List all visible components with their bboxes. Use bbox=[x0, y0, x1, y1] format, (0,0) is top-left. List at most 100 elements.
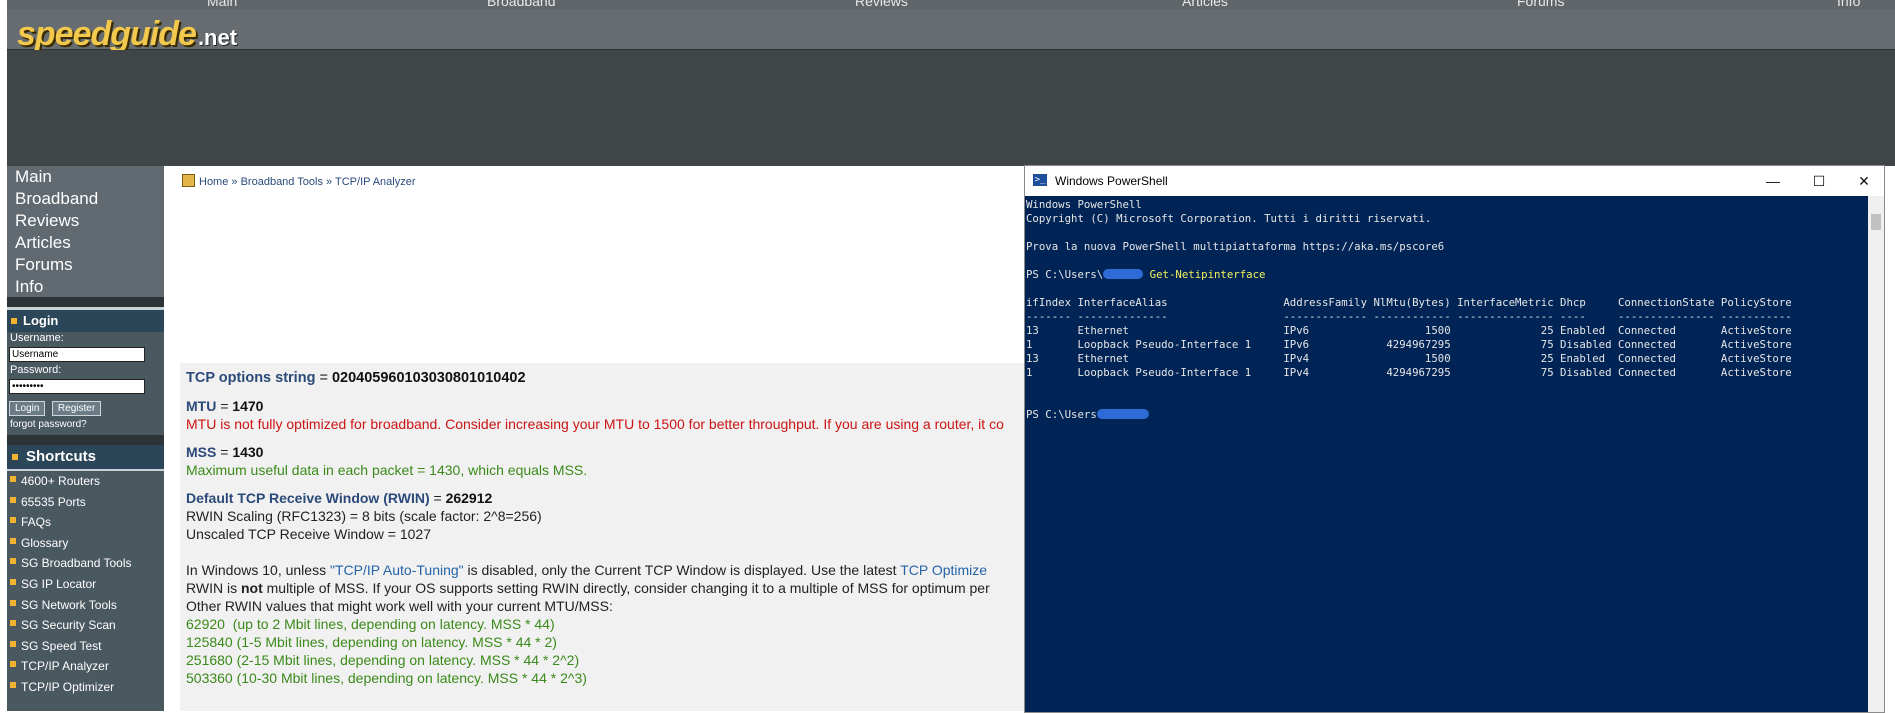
console-command: Get-Netipinterface bbox=[1149, 268, 1266, 281]
nav-reviews[interactable]: Reviews bbox=[7, 210, 164, 232]
top-nav-info[interactable]: Info bbox=[1837, 0, 1860, 9]
shortcut-glossary[interactable]: Glossary bbox=[7, 533, 164, 554]
login-button[interactable]: Login bbox=[9, 401, 46, 416]
top-nav-reviews[interactable]: Reviews bbox=[855, 0, 908, 9]
shortcut-security-scan[interactable]: SG Security Scan bbox=[7, 615, 164, 636]
console-line: Windows PowerShell bbox=[1026, 198, 1142, 211]
rwin-value-item: 62920 (up to 2 Mbit lines, depending on … bbox=[186, 616, 555, 632]
site-header: speedguide.net bbox=[7, 9, 1895, 53]
speedguide-logo[interactable]: speedguide.net bbox=[17, 15, 237, 54]
breadcrumb-current[interactable]: TCP/IP Analyzer bbox=[335, 176, 416, 188]
banner-area bbox=[7, 50, 1895, 166]
shortcut-faqs[interactable]: FAQs bbox=[7, 512, 164, 533]
console-prompt: PS C:\Users\ bbox=[1026, 268, 1104, 281]
close-button[interactable]: ✕ bbox=[1849, 171, 1879, 191]
login-box: Login Username: Password: Login Register… bbox=[7, 310, 164, 435]
bullet-icon bbox=[10, 537, 16, 544]
shortcut-speed-test[interactable]: SG Speed Test bbox=[7, 636, 164, 657]
bullet-icon bbox=[10, 517, 16, 524]
register-button[interactable]: Register bbox=[51, 401, 102, 416]
shortcut-ip-locator[interactable]: SG IP Locator bbox=[7, 574, 164, 595]
mss-note: Maximum useful data in each packet = 143… bbox=[186, 462, 588, 478]
nav-articles[interactable]: Articles bbox=[7, 232, 164, 254]
rwin-multiple-note: RWIN is not multiple of MSS. If your OS … bbox=[186, 580, 990, 596]
site-top-nav: Main Broadband Reviews Articles Forums I… bbox=[7, 0, 1895, 9]
tcp-optimizer-link[interactable]: TCP Optimize bbox=[900, 562, 987, 578]
home-icon[interactable] bbox=[182, 174, 195, 187]
bullet-icon bbox=[10, 661, 16, 668]
shortcut-ports[interactable]: 65535 Ports bbox=[7, 492, 164, 513]
shortcut-label: SG Broadband Tools bbox=[21, 556, 132, 571]
redaction-scribble bbox=[1103, 269, 1144, 279]
breadcrumb-home[interactable]: Home bbox=[199, 176, 228, 188]
shortcut-label: FAQs bbox=[21, 515, 52, 530]
bullet-icon bbox=[10, 496, 16, 503]
shortcut-network-tools[interactable]: SG Network Tools bbox=[7, 595, 164, 616]
mss-label: MSS bbox=[186, 444, 217, 460]
nav-broadband[interactable]: Broadband bbox=[7, 188, 164, 210]
shortcut-tcpip-optimizer[interactable]: TCP/IP Optimizer bbox=[7, 677, 164, 698]
rwin-label: Default TCP Receive Window (RWIN) bbox=[186, 490, 430, 506]
console-line: Prova la nuova PowerShell multipiattafor… bbox=[1026, 240, 1445, 253]
nav-info[interactable]: Info bbox=[7, 276, 164, 298]
win10-note: In Windows 10, unless "TCP/IP Auto-Tunin… bbox=[186, 562, 987, 578]
maximize-button[interactable]: ☐ bbox=[1804, 171, 1834, 191]
shortcut-tcpip-analyzer[interactable]: TCP/IP Analyzer bbox=[7, 656, 164, 677]
tcp-options-value: 020405960103030801010402 bbox=[331, 370, 526, 386]
console-scrollbar[interactable] bbox=[1868, 196, 1884, 712]
mtu-line: MTU = 1470 bbox=[186, 398, 264, 414]
nav-main[interactable]: Main bbox=[7, 166, 164, 188]
console-table-row: 13 Ethernet IPv4 1500 25 Enabled Connect… bbox=[1026, 352, 1792, 365]
top-nav-main[interactable]: Main bbox=[207, 0, 237, 9]
shortcut-broadband-tools[interactable]: SG Broadband Tools bbox=[7, 553, 164, 574]
autotuning-link[interactable]: "TCP/IP Auto-Tuning" bbox=[330, 562, 464, 578]
console-table-rule: ------- -------------- ------------- ---… bbox=[1026, 310, 1792, 323]
shortcut-label: SG Network Tools bbox=[21, 597, 117, 612]
powershell-titlebar[interactable]: >_ Windows PowerShell — ☐ ✕ bbox=[1025, 166, 1884, 196]
top-nav-forums[interactable]: Forums bbox=[1517, 0, 1564, 9]
shortcuts-list: 4600+ Routers 65535 Ports FAQs Glossary … bbox=[7, 471, 164, 711]
tcp-options-label: TCP options string bbox=[186, 370, 316, 386]
shortcut-label: 65535 Ports bbox=[21, 494, 86, 509]
console-line: Copyright (C) Microsoft Corporation. Tut… bbox=[1026, 212, 1432, 225]
left-sidebar: Main Broadband Reviews Articles Forums I… bbox=[7, 166, 164, 711]
console-table-header: ifIndex InterfaceAlias AddressFamily NlM… bbox=[1026, 296, 1792, 309]
rwin-value-item: 251680 (2-15 Mbit lines, depending on la… bbox=[186, 652, 580, 668]
shortcut-label: SG Security Scan bbox=[21, 618, 116, 633]
breadcrumb-broadband-tools[interactable]: Broadband Tools bbox=[241, 176, 323, 188]
logo-main-text: speedguide bbox=[17, 15, 197, 53]
password-input[interactable] bbox=[9, 379, 145, 394]
forgot-password-link[interactable]: forgot password? bbox=[7, 419, 164, 430]
bullet-icon bbox=[10, 558, 16, 565]
rwin-value-item: 503360 (10-30 Mbit lines, depending on l… bbox=[186, 670, 587, 686]
powershell-title: Windows PowerShell bbox=[1055, 174, 1168, 188]
username-input[interactable] bbox=[9, 347, 145, 362]
redaction-scribble bbox=[1096, 409, 1149, 419]
unscaled-rwin: Unscaled TCP Receive Window = 1027 bbox=[186, 526, 431, 542]
breadcrumb-separator: » bbox=[326, 176, 333, 188]
nav-forums[interactable]: Forums bbox=[7, 254, 164, 276]
minimize-button[interactable]: — bbox=[1758, 171, 1788, 191]
console-table-row: 1 Loopback Pseudo-Interface 1 IPv6 42949… bbox=[1026, 338, 1792, 351]
top-nav-broadband[interactable]: Broadband bbox=[487, 0, 556, 9]
breadcrumb: Home » Broadband Tools » TCP/IP Analyzer bbox=[182, 174, 416, 188]
divider bbox=[7, 435, 164, 445]
shortcut-label: TCP/IP Optimizer bbox=[21, 679, 115, 694]
bullet-icon bbox=[11, 318, 17, 324]
scrollbar-thumb[interactable] bbox=[1871, 214, 1881, 230]
console-table-row: 1 Loopback Pseudo-Interface 1 IPv4 42949… bbox=[1026, 366, 1792, 379]
main-nav: Main Broadband Reviews Articles Forums I… bbox=[7, 166, 164, 297]
shortcut-label: SG Speed Test bbox=[21, 638, 102, 653]
rwin-scaling: RWIN Scaling (RFC1323) = 8 bits (scale f… bbox=[186, 508, 542, 524]
mtu-note: MTU is not fully optimized for broadband… bbox=[186, 416, 1004, 432]
powershell-console[interactable]: Windows PowerShell Copyright (C) Microso… bbox=[1025, 196, 1868, 712]
win10-text-b: is disabled, only the Current TCP Window… bbox=[463, 562, 901, 578]
other-rwin-heading: Other RWIN values that might work well w… bbox=[186, 598, 613, 614]
bullet-icon bbox=[10, 681, 16, 688]
shortcut-routers[interactable]: 4600+ Routers bbox=[7, 471, 164, 492]
shortcut-label: Glossary bbox=[21, 535, 69, 550]
top-nav-articles[interactable]: Articles bbox=[1182, 0, 1228, 9]
bullet-icon bbox=[10, 620, 16, 627]
shortcuts-title: Shortcuts bbox=[26, 448, 97, 465]
rwin-line: Default TCP Receive Window (RWIN) = 2629… bbox=[186, 490, 493, 506]
